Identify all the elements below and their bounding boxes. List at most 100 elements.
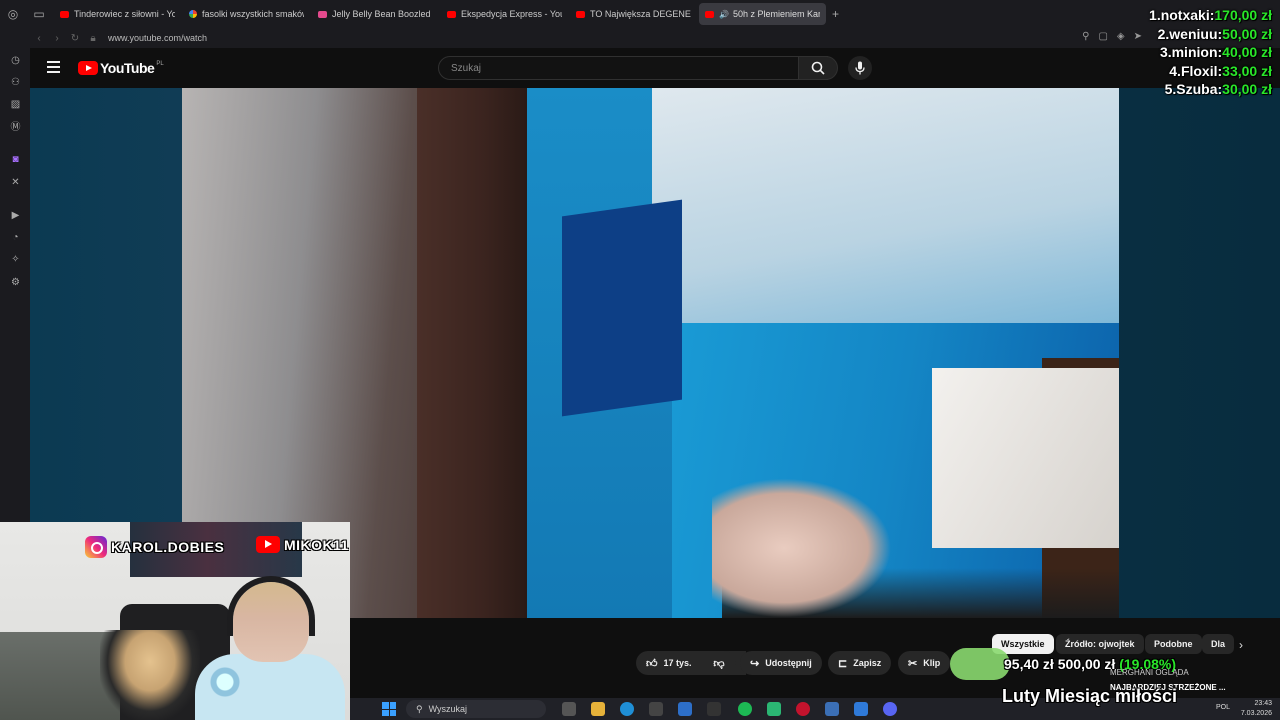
task-view-icon[interactable] xyxy=(562,702,576,716)
goal-current: 95,40 zł xyxy=(1004,656,1054,672)
browser-tab[interactable]: Jelly Belly Bean Boozled S xyxy=(312,3,439,25)
donor-name: 1.notxaki: xyxy=(1149,7,1215,23)
share-icon: ↪ xyxy=(750,657,760,670)
spotify-icon[interactable] xyxy=(738,702,752,716)
region-code: PL xyxy=(156,61,164,67)
headphones-icon xyxy=(227,576,315,636)
edge-icon[interactable] xyxy=(620,702,634,716)
instagram-icon xyxy=(85,536,107,558)
new-tab-button[interactable]: + xyxy=(832,7,839,21)
share-label: Udostępnij xyxy=(765,658,812,668)
youtube-logo-text: YouTube xyxy=(100,60,155,76)
browser-tab-active[interactable]: 🔊 50h z Plemieniem Kani xyxy=(699,3,826,25)
windows-start-icon[interactable] xyxy=(382,702,396,716)
google-icon xyxy=(189,10,197,18)
youtube-play-icon xyxy=(78,61,98,75)
youtube-icon xyxy=(576,10,585,18)
video-scene-ceiling xyxy=(652,88,1119,323)
bookmark-icon: ⊏ xyxy=(838,657,848,670)
donation-entry: 5.Szuba:30,00 zł xyxy=(1149,80,1272,99)
webcam-person-sweater xyxy=(195,654,345,720)
save-label: Zapisz xyxy=(853,658,882,668)
taskbar-search[interactable]: ⚲ Wyszukaj xyxy=(406,700,546,718)
tray-language[interactable]: POL xyxy=(1216,704,1230,711)
pin-icon[interactable]: ⚲ xyxy=(1082,31,1089,42)
history-icon[interactable]: ◷ xyxy=(9,54,22,67)
speaker-icon[interactable]: 🔊 xyxy=(719,10,729,19)
youtube-logo[interactable]: YouTube PL xyxy=(78,60,164,76)
tab-overview-icon[interactable]: ▭ xyxy=(26,0,52,28)
jelly-icon xyxy=(318,10,327,18)
clip-button[interactable]: ✂ Klip xyxy=(898,651,951,675)
browser-tab-bar: ◎ ▭ Tinderowiec z siłowni - Yo fasolki w… xyxy=(0,0,1280,28)
address-bar-tools: ⚲ ▢ ◈ ➤ xyxy=(1082,31,1142,42)
ai-icon[interactable]: ⚇ xyxy=(9,76,22,89)
donation-amount: 33,00 zł xyxy=(1222,62,1272,79)
voice-search-button[interactable] xyxy=(848,56,872,80)
video-scene-doorframe xyxy=(417,88,527,618)
search-icon: ⚲ xyxy=(416,703,423,714)
tab-label: Jelly Belly Bean Boozled S xyxy=(332,9,433,19)
app-blue-icon[interactable] xyxy=(825,702,839,716)
search-button[interactable] xyxy=(798,56,838,80)
send-icon[interactable]: ➤ xyxy=(1134,31,1142,42)
browser-tab[interactable]: TO Największa DEGENERA xyxy=(570,3,697,25)
like-count: 17 tys. xyxy=(663,658,692,668)
clock-date: 7.03.2026 xyxy=(1240,710,1272,717)
x-icon[interactable]: ✕ xyxy=(9,176,22,189)
clock[interactable]: 23:43 7.03.2026 xyxy=(1241,699,1272,719)
file-explorer-icon[interactable] xyxy=(591,702,605,716)
opera-icon[interactable] xyxy=(796,702,810,716)
donation-amount: 170,00 zł xyxy=(1214,7,1272,23)
donor-name: 3.minion: xyxy=(1159,44,1223,60)
player-icon[interactable]: ▶ xyxy=(9,209,22,222)
browser-tab[interactable]: Ekspedycja Express - You xyxy=(441,3,568,25)
screen: ◎ ▭ Tinderowiec z siłowni - Yo fasolki w… xyxy=(0,0,1280,720)
image-icon[interactable]: ▨ xyxy=(9,98,22,111)
webcam-person-left xyxy=(100,630,200,720)
search-input[interactable] xyxy=(439,57,739,79)
donor-name: 2.weniuu: xyxy=(1157,25,1223,42)
tab-label: Ekspedycja Express - You xyxy=(461,9,562,19)
app-green-icon[interactable] xyxy=(767,702,781,716)
share-button[interactable]: ↪ Udostępnij xyxy=(740,651,822,675)
youtube-icon xyxy=(60,10,69,18)
store-icon[interactable] xyxy=(649,702,663,716)
bookmark-icon[interactable]: ▢ xyxy=(1098,31,1107,42)
discord-icon[interactable] xyxy=(883,702,897,716)
clock-time: 23:43 xyxy=(1254,700,1272,707)
goal-target: 500,00 zł xyxy=(1057,656,1116,672)
donation-entry: 1.notxaki:170,00 zł xyxy=(1149,6,1272,25)
month-theme-title: Luty Miesiąc miłości xyxy=(1002,686,1178,706)
donor-name: 4.Floxil: xyxy=(1169,62,1223,79)
instagram-name: KAROL.DOBIES xyxy=(111,539,225,555)
app-icon[interactable] xyxy=(707,702,721,716)
clock-icon[interactable]: ◔ xyxy=(9,231,22,244)
search-box xyxy=(438,56,828,80)
reload-icon[interactable]: ↻ xyxy=(66,33,84,44)
top-donations-overlay: 1.notxaki:170,00 zł 2.weniuu:50,00 zł 3.… xyxy=(1149,6,1272,99)
browser-menu-icon[interactable]: ◎ xyxy=(0,0,26,28)
browser-tab[interactable]: Tinderowiec z siłowni - Yo xyxy=(54,3,181,25)
menu-icon[interactable] xyxy=(47,61,60,73)
url-field[interactable]: www.youtube.com/watch xyxy=(108,33,207,43)
settings-icon[interactable]: ⚙ xyxy=(9,276,22,289)
browser-tab[interactable]: fasolki wszystkich smaków xyxy=(183,3,310,25)
dislike-button[interactable]: 👎︎ xyxy=(702,651,736,675)
donation-entry: 2.weniuu:50,00 zł xyxy=(1149,25,1272,44)
twitch-icon[interactable]: ◙ xyxy=(9,153,22,166)
microphone-icon xyxy=(855,61,865,75)
app-active-icon[interactable] xyxy=(854,702,868,716)
shield-icon[interactable]: ◈ xyxy=(1117,31,1125,42)
youtube-header: YouTube PL xyxy=(30,48,1280,88)
back-icon[interactable]: ‹ xyxy=(30,33,48,44)
forward-icon[interactable]: › xyxy=(48,33,66,44)
extensions-icon[interactable]: ✧ xyxy=(9,253,22,266)
youtube-name: MIKOK11 xyxy=(284,536,349,553)
scissors-icon: ✂ xyxy=(908,657,918,670)
mail-icon[interactable] xyxy=(678,702,692,716)
video-scene-hand xyxy=(712,478,892,618)
save-button[interactable]: ⊏ Zapisz xyxy=(828,651,892,675)
messenger-icon[interactable]: Ⓜ xyxy=(9,121,22,134)
youtube-handle: MIKOK11 xyxy=(256,536,349,553)
